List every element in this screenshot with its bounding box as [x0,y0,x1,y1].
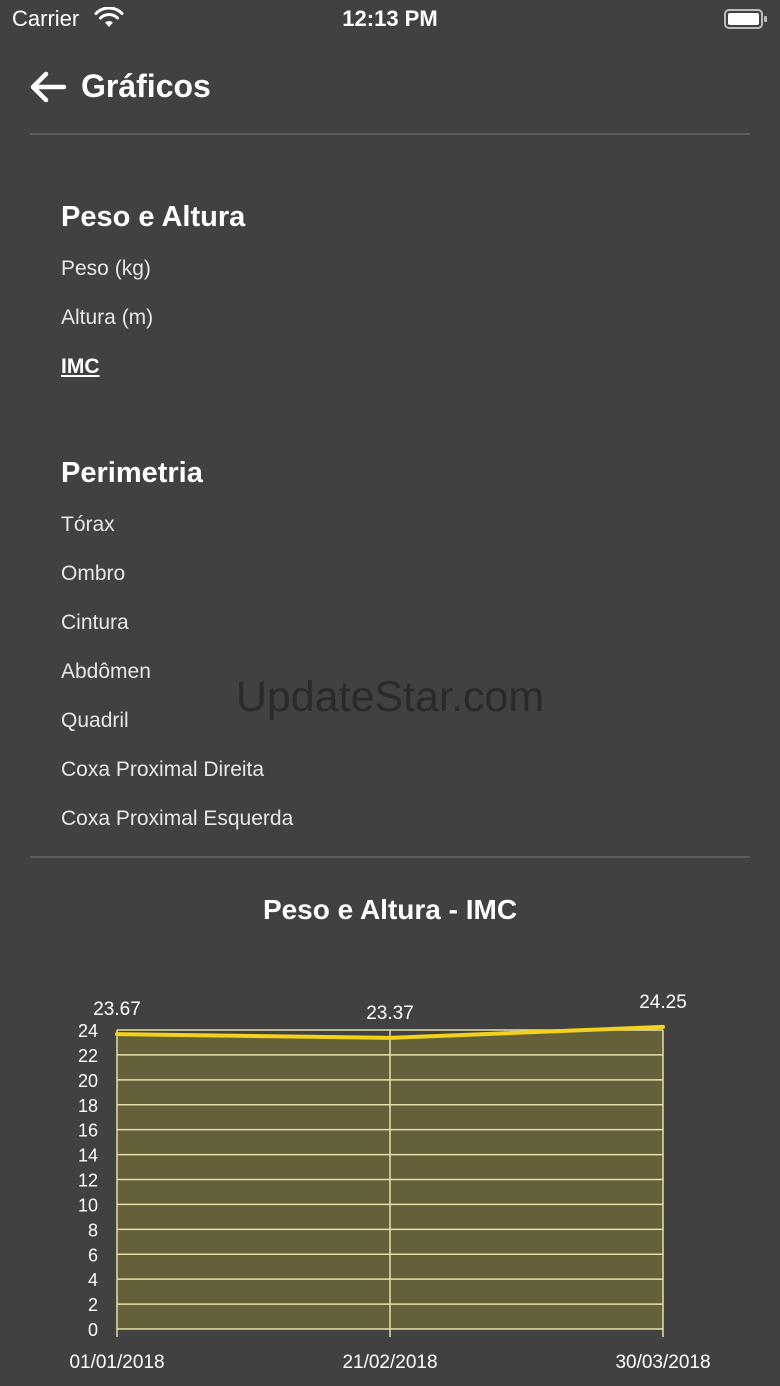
menu-item-peso[interactable]: Peso (kg) [61,256,151,282]
chart-ytick-label: 18 [78,1096,98,1116]
chart-point [115,1032,119,1037]
menu-item-torax[interactable]: Tórax [61,512,115,538]
section-title-perimetria: Perimetria [61,457,203,489]
chart-ytick-label: 10 [78,1195,98,1215]
battery-icon [724,9,767,29]
page-title: Gráficos [81,68,211,104]
chart-data-label: 23.37 [366,1003,414,1024]
watermark: UpdateStar.com [235,673,545,721]
chart-ytick-label: 20 [78,1071,98,1091]
chart-ytick-label: 0 [88,1320,98,1340]
chart-title: Peso e Altura - IMC [262,894,518,925]
status-bar: Carrier 12:13 PM [0,0,780,40]
chart-xtick-label: 21/02/2018 [342,1352,437,1373]
chart-divider [30,856,750,858]
menu-item-cintura[interactable]: Cintura [61,610,129,636]
chart-ytick-label: 14 [78,1146,98,1166]
chart-ytick-label: 22 [78,1046,98,1066]
section-title-peso-altura: Peso e Altura [61,201,246,233]
menu-item-ombro[interactable]: Ombro [61,561,125,587]
imc-chart: 02468101214161820222401/01/2018 21/02/201… [69,992,710,1373]
chart-xtick-label: 01/01/2018 [69,1352,164,1373]
chart-data-label: 24.25 [639,992,687,1013]
chart-ytick-label: 6 [88,1245,98,1265]
chart-point [388,1035,392,1040]
header-divider [30,133,750,135]
chart-ytick-label: 4 [88,1270,98,1290]
menu-item-coxa-direita[interactable]: Coxa Proximal Direita [61,757,264,783]
chart-ytick-label: 24 [78,1021,98,1041]
menu-item-coxa-esquerda[interactable]: Coxa Proximal Esquerda [61,806,293,832]
arrow-left-icon [30,71,67,103]
chart-ytick-label: 2 [88,1295,98,1315]
chart-point [661,1024,665,1029]
chart-xtick-label: 30/03/2018 [615,1352,710,1373]
chart-ytick-label: 16 [78,1121,98,1141]
menu-item-altura[interactable]: Altura (m) [61,305,153,331]
chart-ytick-label: 12 [78,1171,98,1191]
chart-ytick-label: 8 [88,1220,98,1240]
back-button[interactable] [26,66,70,110]
menu-item-imc[interactable]: IMC [61,354,100,380]
chart-data-label: 23.67 [93,999,141,1020]
status-time: 12:13 PM [342,6,438,31]
